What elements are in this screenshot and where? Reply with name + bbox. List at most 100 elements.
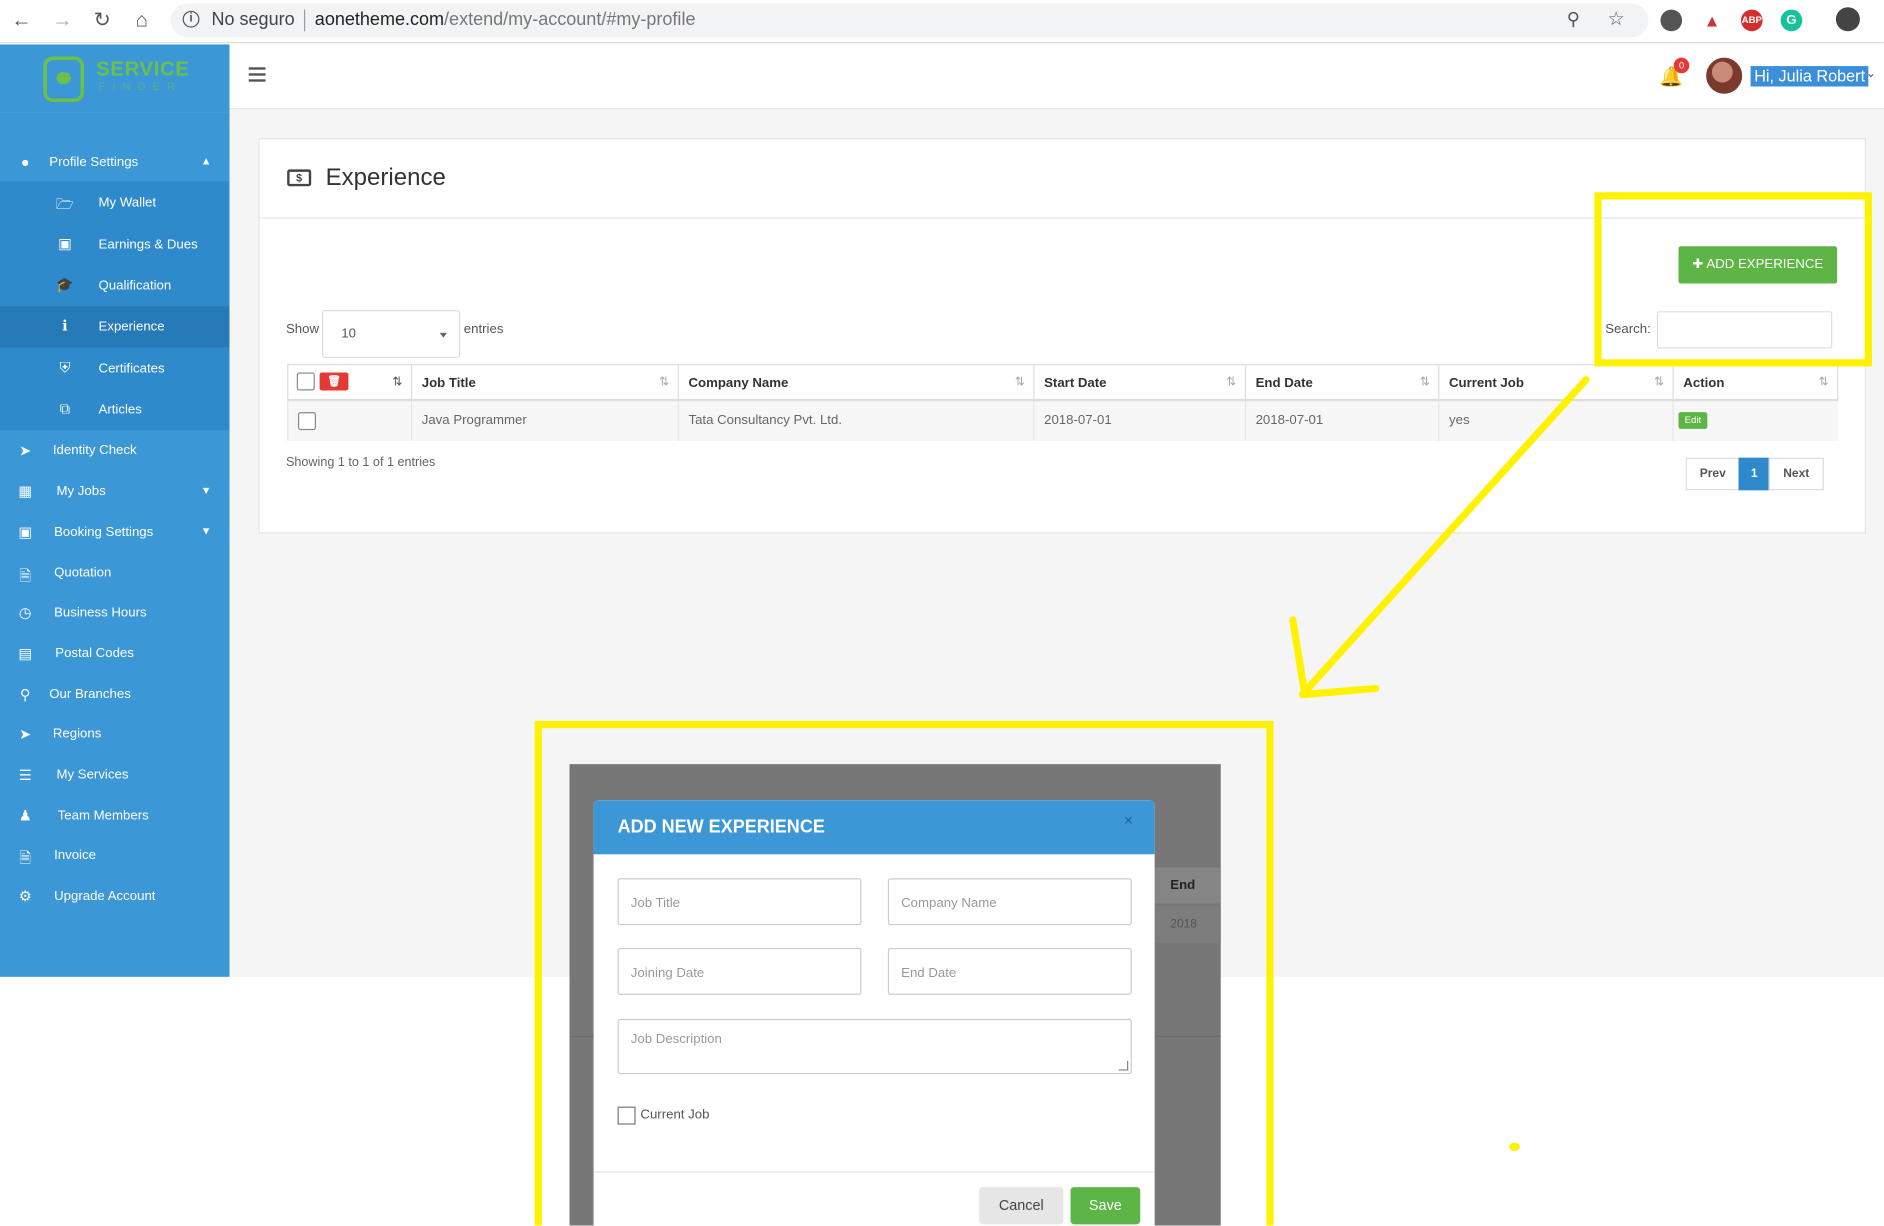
profile-submenu: 🗁 My Wallet ▣ Earnings & Dues 🎓 Qualific…: [0, 181, 230, 431]
hamburger-menu-icon[interactable]: [248, 67, 266, 82]
zoom-icon[interactable]: ⚲: [1567, 8, 1580, 30]
column-company-name[interactable]: Company Name ⇅: [677, 365, 1034, 401]
back-arrow-icon[interactable]: ←: [8, 8, 34, 32]
bookmark-star-icon[interactable]: ☆: [1608, 7, 1625, 31]
chevron-down-icon: ▼: [200, 484, 212, 497]
page-1-button[interactable]: 1: [1738, 457, 1770, 491]
brand-subname: FINDER: [98, 80, 183, 93]
list-icon: ☰: [18, 766, 32, 784]
row-select-cell: [287, 401, 411, 441]
home-icon[interactable]: ⌂: [129, 8, 155, 32]
location-arrow-icon: ➤: [19, 442, 32, 459]
column-current-job[interactable]: Current Job ⇅: [1438, 365, 1672, 401]
sidebar-item-postal-codes[interactable]: ▤ Postal Codes: [0, 637, 229, 673]
profile-avatar-icon[interactable]: [1835, 7, 1860, 32]
sidebar-item-earnings-dues[interactable]: ▣ Earnings & Dues: [0, 225, 229, 266]
sidebar-item-quotation[interactable]: 🗎 Quotation: [0, 556, 229, 592]
sidebar-item-label: Experience: [98, 319, 165, 335]
pdf-extension-icon[interactable]: ▲: [1701, 9, 1723, 32]
file-icon: 🗎: [19, 849, 32, 867]
sidebar-item-experience[interactable]: ℹ Experience: [0, 306, 230, 348]
sidebar-item-qualification[interactable]: 🎓 Qualification: [0, 266, 229, 307]
cell-current-job: yes: [1438, 401, 1672, 441]
prev-page-button[interactable]: Prev: [1685, 457, 1740, 491]
sidebar-item-certificates[interactable]: ⛨ Certificates: [0, 348, 229, 389]
screenshot-stage: ← → ↻ ⌂ i No seguro aonetheme.com/extend…: [0, 0, 1884, 1226]
forward-arrow-icon[interactable]: →: [49, 8, 75, 32]
sort-icon[interactable]: ⇅: [392, 376, 402, 389]
sidebar-item-articles[interactable]: ⧉ Articles: [0, 389, 229, 430]
sidebar-item-my-services[interactable]: ☰ My Services: [0, 758, 229, 794]
folder-open-icon: 🗁: [55, 195, 74, 213]
info-icon[interactable]: i: [182, 10, 200, 28]
extension-circle-icon[interactable]: [1660, 9, 1683, 32]
column-label: Company Name: [688, 376, 789, 391]
column-start-date[interactable]: Start Date ⇅: [1033, 365, 1244, 401]
column-action[interactable]: Action ⇅: [1672, 365, 1839, 401]
sidebar-item-my-wallet[interactable]: 🗁 My Wallet: [0, 183, 229, 224]
sidebar-item-label: Profile Settings: [49, 154, 139, 170]
security-label: No seguro: [211, 9, 295, 31]
column-label: Job Title: [421, 376, 476, 391]
sort-icon: ⇅: [1014, 376, 1025, 390]
user-avatar[interactable]: [1706, 57, 1743, 94]
chevron-down-icon[interactable]: ⌄: [1866, 67, 1876, 80]
brand-name: SERVICE: [96, 57, 190, 81]
next-page-button[interactable]: Next: [1768, 457, 1824, 491]
info-icon: ℹ: [62, 317, 68, 335]
sidebar-item-label: Regions: [52, 726, 102, 742]
map-marker-icon: ⚲: [19, 686, 31, 703]
sidebar-item-label: Earnings & Dues: [98, 237, 198, 253]
grammarly-extension-icon[interactable]: G: [1780, 9, 1803, 32]
clock-icon: ◷: [18, 604, 32, 622]
chevron-up-icon: ▲: [200, 154, 212, 168]
briefcase-icon: ▦: [18, 483, 33, 500]
sidebar-item-booking-settings[interactable]: ▣ Booking Settings ▼: [0, 515, 229, 551]
sort-icon: ⇅: [1818, 376, 1829, 390]
url-host: aonetheme.com: [314, 9, 445, 31]
sidebar-item-identity-check[interactable]: ➤ Identity Check: [0, 434, 229, 470]
chevron-down-icon: ▼: [200, 525, 212, 538]
table-info: Showing 1 to 1 of 1 entries: [285, 455, 436, 470]
sidebar-item-business-hours[interactable]: ◷ Business Hours: [0, 596, 229, 632]
user-greeting[interactable]: Hi, Julia Robert: [1750, 66, 1869, 87]
row-checkbox[interactable]: [297, 412, 316, 431]
top-bar: 🔔 0 Hi, Julia Robert ⌄: [229, 44, 1884, 110]
modal-highlight: [534, 720, 1274, 1226]
trash-icon[interactable]: 🗑: [319, 372, 349, 391]
entries-label: entries: [463, 322, 504, 337]
sidebar-item-label: Team Members: [57, 808, 149, 824]
reload-icon[interactable]: ↻: [89, 8, 115, 32]
column-label: Start Date: [1044, 376, 1107, 391]
service-finder-logo-icon: [43, 56, 85, 103]
sidebar-item-team-members[interactable]: ♟ Team Members: [0, 799, 229, 835]
shield-icon: ⛨: [59, 359, 71, 377]
cell-end-date: 2018-07-01: [1244, 401, 1438, 441]
sidebar-item-our-branches[interactable]: ⚲ Our Branches: [0, 678, 229, 714]
column-end-date[interactable]: End Date ⇅: [1244, 365, 1438, 401]
select-all-checkbox[interactable]: [296, 372, 315, 391]
address-bar[interactable]: i No seguro aonetheme.com/extend/my-acco…: [170, 3, 1649, 38]
sidebar-item-label: Identity Check: [52, 443, 137, 458]
sidebar-item-my-jobs[interactable]: ▦ My Jobs ▼: [0, 475, 229, 511]
sidebar-item-upgrade-account[interactable]: ⚙ Upgrade Account: [0, 879, 229, 915]
money-icon: ▣: [58, 235, 72, 253]
sidebar-item-profile-settings[interactable]: ● Profile Settings ▲: [0, 145, 229, 181]
edit-button[interactable]: Edit: [1678, 412, 1708, 429]
sidebar-item-invoice[interactable]: 🗎 Invoice: [0, 839, 229, 875]
notification-badge: 0: [1673, 57, 1690, 74]
address-separator: [303, 9, 306, 32]
adblock-extension-icon[interactable]: ABP: [1740, 9, 1763, 32]
page-length-select[interactable]: 10: [322, 309, 461, 359]
cell-start-date: 2018-07-01: [1033, 401, 1244, 441]
graduation-cap-icon: 🎓: [55, 276, 74, 294]
file-icon: 🗎: [19, 567, 32, 584]
sort-icon: ⇅: [1226, 376, 1237, 390]
sidebar-item-regions[interactable]: ➤ Regions: [0, 717, 229, 753]
url-text: aonetheme.com/extend/my-account/#my-prof…: [315, 10, 696, 30]
sidebar-item-label: Certificates: [98, 361, 165, 377]
sidebar-item-label: Our Branches: [49, 687, 131, 702]
column-job-title[interactable]: Job Title ⇅: [410, 365, 678, 401]
copy-icon: ⧉: [59, 400, 71, 417]
sort-icon: ⇅: [659, 376, 670, 390]
